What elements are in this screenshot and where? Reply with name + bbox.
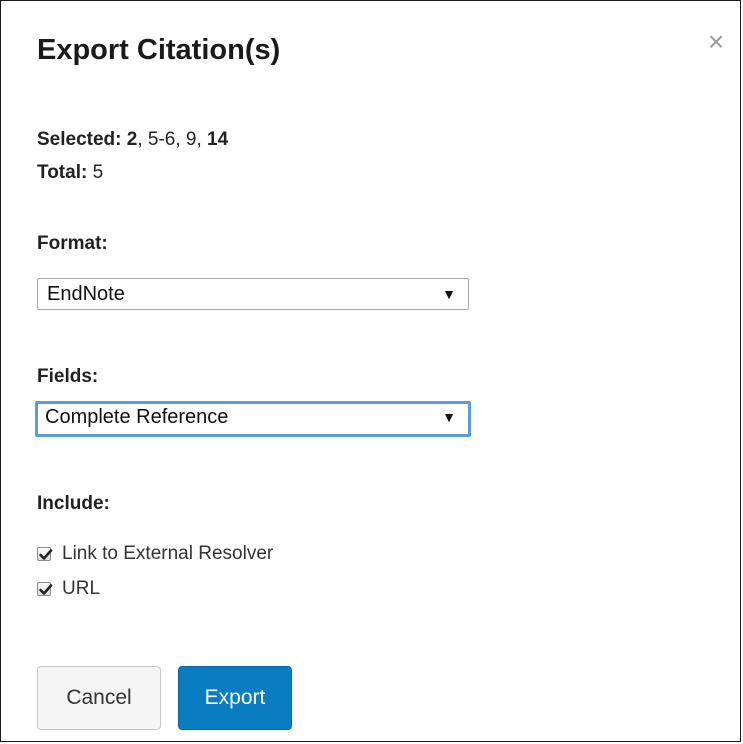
format-select[interactable]: EndNote ▼: [37, 278, 469, 310]
include-option-external-resolver[interactable]: Link to External Resolver: [37, 542, 273, 566]
selected-value: 2, 5-6, 9, 14: [126, 129, 229, 150]
external-resolver-checkbox[interactable]: [37, 547, 53, 561]
total-value: 5: [92, 162, 104, 183]
dropdown-arrow-icon: ▼: [442, 409, 456, 425]
fields-select-value: Complete Reference: [45, 406, 229, 428]
total-label: Total:: [37, 162, 88, 183]
include-option-url[interactable]: URL: [37, 577, 100, 601]
external-resolver-label: Link to External Resolver: [62, 543, 274, 564]
checkmark-icon: [39, 584, 53, 595]
close-icon[interactable]: ×: [704, 28, 728, 56]
export-button[interactable]: Export: [178, 666, 292, 730]
fields-select[interactable]: Complete Reference ▼: [35, 401, 471, 437]
selected-info: Selected: 2, 5-6, 9, 14: [37, 129, 228, 151]
checkmark-icon: [39, 549, 53, 560]
dialog-title: Export Citation(s): [37, 34, 281, 66]
include-label: Include:: [37, 493, 110, 514]
url-label: URL: [62, 578, 101, 599]
selected-label: Selected:: [37, 129, 122, 150]
dropdown-arrow-icon: ▼: [442, 286, 456, 302]
format-select-value: EndNote: [47, 283, 125, 305]
url-checkbox[interactable]: [37, 582, 53, 596]
cancel-button[interactable]: Cancel: [37, 666, 161, 730]
format-label: Format:: [37, 233, 108, 254]
fields-label: Fields:: [37, 366, 99, 387]
total-info: Total: 5: [37, 162, 103, 184]
export-citation-dialog: Export Citation(s) × Selected: 2, 5-6, 9…: [0, 0, 741, 742]
